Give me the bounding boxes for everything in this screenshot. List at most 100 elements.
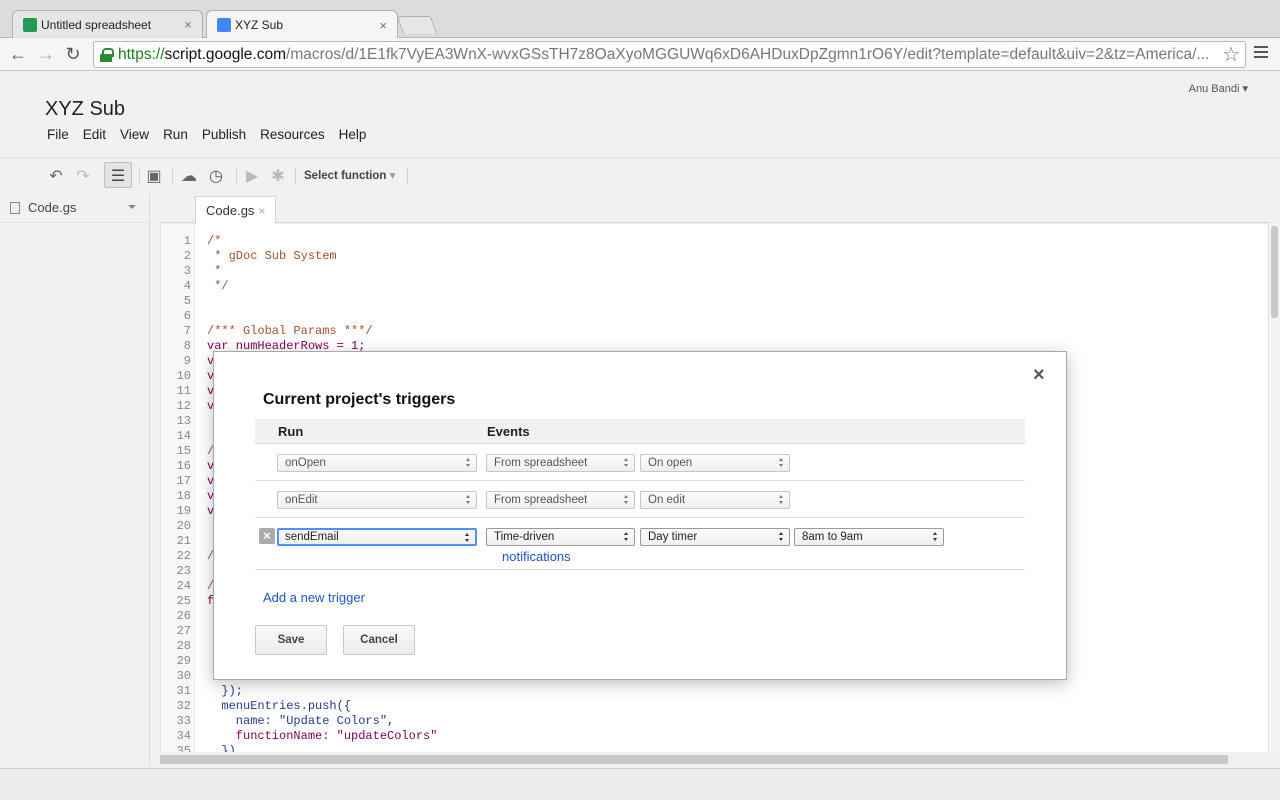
- menu-run[interactable]: Run: [163, 127, 188, 142]
- trigger-3-event-select[interactable]: Day timer: [640, 528, 790, 546]
- browser-tab-xyz-sub[interactable]: XYZ Sub ×: [206, 10, 398, 39]
- select-value: From spreadsheet: [494, 494, 588, 506]
- line-number: 5: [183, 294, 191, 308]
- chevron-down-icon[interactable]: [128, 205, 136, 209]
- line-number: 20: [176, 519, 191, 533]
- code-line[interactable]: 3 *: [161, 264, 1261, 279]
- menu-edit[interactable]: Edit: [83, 127, 106, 142]
- select-function-dropdown[interactable]: Select function ▾: [304, 168, 395, 182]
- user-account[interactable]: Anu Bandi ▾: [1189, 82, 1248, 95]
- line-number: 16: [176, 459, 191, 473]
- clock-triggers-icon[interactable]: ◷: [205, 166, 227, 186]
- file-item-code-gs[interactable]: Code.gs: [0, 193, 150, 223]
- menu-resources[interactable]: Resources: [260, 127, 325, 142]
- line-number: 2: [183, 249, 191, 263]
- toolbar-divider: [139, 167, 140, 185]
- trigger-3-function-select[interactable]: sendEmail: [277, 528, 477, 546]
- code-line[interactable]: 31 });: [161, 684, 1261, 699]
- scroll-thumb[interactable]: [1271, 226, 1278, 318]
- line-number: 9: [183, 354, 191, 368]
- horizontal-scrollbar[interactable]: [160, 755, 1228, 764]
- trigger-1-function-select[interactable]: onOpen: [277, 454, 477, 472]
- browser-menu-icon[interactable]: [1254, 46, 1268, 61]
- line-number: 19: [176, 504, 191, 518]
- close-icon[interactable]: ×: [184, 17, 192, 32]
- indent-icon: ☰: [110, 168, 126, 185]
- menu-file[interactable]: File: [47, 127, 69, 142]
- line-number: 7: [183, 324, 191, 338]
- toolbar-divider: [236, 167, 237, 185]
- back-icon[interactable]: ←: [8, 44, 28, 65]
- trigger-2-function-select[interactable]: onEdit: [277, 491, 477, 509]
- trigger-2-source-select[interactable]: From spreadsheet: [486, 491, 635, 509]
- url-path: /macros/d/1E1fk7VyEA3WnX-wvxGSsTH7z8OaXy…: [286, 45, 1210, 63]
- reload-icon[interactable]: ↻: [63, 44, 83, 65]
- chevron-updown-icon: [624, 458, 629, 468]
- select-value: 8am to 9am: [802, 531, 863, 543]
- redo-icon[interactable]: ↷: [72, 166, 94, 186]
- row-divider: [255, 480, 1025, 481]
- select-value: onEdit: [285, 494, 318, 506]
- code-line[interactable]: 35 }): [161, 744, 1261, 752]
- menu-help[interactable]: Help: [339, 127, 367, 142]
- code-line[interactable]: 32 menuEntries.push({: [161, 699, 1261, 714]
- trigger-1-event-select[interactable]: On open: [640, 454, 790, 472]
- address-bar[interactable]: https://script.google.com/macros/d/1E1fk…: [93, 41, 1246, 68]
- line-number: 15: [176, 444, 191, 458]
- line-number: 12: [176, 399, 191, 413]
- undo-icon[interactable]: ↶: [45, 166, 67, 186]
- code-line[interactable]: 33 name: "Update Colors",: [161, 714, 1261, 729]
- line-content: * gDoc Sub System: [207, 249, 337, 263]
- close-icon[interactable]: ×: [258, 204, 265, 218]
- forward-icon[interactable]: →: [36, 44, 56, 65]
- save-button[interactable]: Save: [255, 625, 327, 655]
- trigger-3-source-select[interactable]: Time-driven: [486, 528, 635, 546]
- code-line[interactable]: 1 /*: [161, 234, 1261, 249]
- new-tab-button[interactable]: [396, 16, 438, 34]
- code-line[interactable]: 7 /*** Global Params ***/: [161, 324, 1261, 339]
- select-value: From spreadsheet: [494, 457, 588, 469]
- status-bar: [0, 768, 1280, 800]
- code-line[interactable]: 5: [161, 294, 1261, 309]
- trigger-3-time-select[interactable]: 8am to 9am: [794, 528, 944, 546]
- line-number: 4: [183, 279, 191, 293]
- code-line[interactable]: 4 */: [161, 279, 1261, 294]
- delete-trigger-button[interactable]: ×: [259, 528, 275, 544]
- add-trigger-link[interactable]: Add a new trigger: [263, 590, 365, 605]
- line-number: 14: [176, 429, 191, 443]
- chevron-down-icon: ▾: [389, 170, 396, 182]
- url-scheme: https://: [118, 45, 165, 63]
- debug-bug-icon[interactable]: ✱: [267, 166, 289, 186]
- menu-publish[interactable]: Publish: [202, 127, 246, 142]
- vertical-scrollbar[interactable]: [1268, 224, 1280, 752]
- browser-toolbar: ← → ↻ https://script.google.com/macros/d…: [0, 38, 1280, 71]
- column-header-events: Events: [487, 424, 530, 439]
- trigger-1-source-select[interactable]: From spreadsheet: [486, 454, 635, 472]
- browser-tab-spreadsheet[interactable]: Untitled spreadsheet ×: [12, 10, 203, 38]
- run-icon[interactable]: ▶: [241, 166, 263, 186]
- editor-tab-code-gs[interactable]: Code.gs ×: [195, 196, 277, 224]
- save-icon[interactable]: ▣: [143, 166, 165, 186]
- cloud-upload-icon[interactable]: ☁: [178, 166, 200, 186]
- file-list-pane: Code.gs: [0, 193, 150, 765]
- close-icon[interactable]: ×: [379, 18, 387, 33]
- line-content: /*: [207, 234, 222, 248]
- project-title[interactable]: XYZ Sub: [45, 98, 125, 121]
- close-icon[interactable]: ×: [1033, 364, 1045, 387]
- trigger-2-event-select[interactable]: On edit: [640, 491, 790, 509]
- file-name: Code.gs: [28, 200, 77, 215]
- line-number: 23: [176, 564, 191, 578]
- chevron-updown-icon: [465, 533, 470, 543]
- code-line[interactable]: 6: [161, 309, 1261, 324]
- cancel-button[interactable]: Cancel: [343, 625, 415, 655]
- code-line[interactable]: 34 functionName: "updateColors": [161, 729, 1261, 744]
- row-divider: [255, 517, 1025, 518]
- menu-view[interactable]: View: [120, 127, 149, 142]
- line-number: 29: [176, 654, 191, 668]
- notifications-link[interactable]: notifications: [502, 549, 571, 564]
- line-content: */: [207, 279, 229, 293]
- lock-icon: [100, 47, 114, 62]
- code-line[interactable]: 2 * gDoc Sub System: [161, 249, 1261, 264]
- chevron-updown-icon: [779, 495, 784, 505]
- bookmark-star-icon[interactable]: ☆: [1222, 42, 1240, 67]
